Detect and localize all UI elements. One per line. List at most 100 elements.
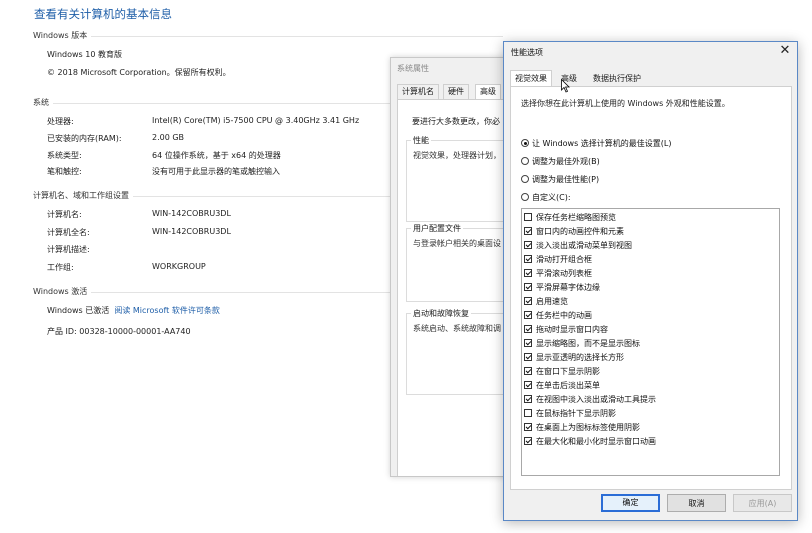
effect-checkbox-row[interactable]: 平滑屏幕字体边缘: [524, 281, 600, 295]
radio-label: 调整为最佳性能(P): [532, 175, 600, 184]
checkbox[interactable]: [524, 283, 532, 291]
section-label: Windows 激活: [33, 286, 92, 297]
section-label: 系统: [33, 97, 53, 108]
computer-description-label: 计算机描述:: [47, 245, 90, 254]
tab-panel: 要进行大多数更改，你必 性能 视觉效果，处理器计划， 用户配置文件 与登录帐户相…: [397, 99, 507, 476]
system-type-label: 系统类型:: [47, 151, 82, 160]
mouse-pointer-icon: [561, 79, 570, 93]
effect-checkbox-row[interactable]: 启用速览: [524, 295, 568, 309]
checkbox[interactable]: [524, 339, 532, 347]
effect-checkbox-row[interactable]: 平滑滚动列表框: [524, 267, 592, 281]
effect-checkbox-row[interactable]: 在鼠标指针下显示阴影: [524, 407, 616, 421]
effect-label: 在窗口下显示阴影: [536, 367, 600, 376]
workgroup-label: 工作组:: [47, 263, 74, 272]
radio-indicator: [521, 175, 529, 183]
effect-checkbox-row[interactable]: 在最大化和最小化时显示窗口动画: [524, 435, 656, 449]
performance-options-dialog: 性能选项 ✕ 视觉效果 高级 数据执行保护 选择你想在此计算机上使用的 Wind…: [503, 41, 798, 521]
processor-value: Intel(R) Core(TM) i5-7500 CPU @ 3.40GHz …: [152, 116, 360, 125]
effect-checkbox-row[interactable]: 显示缩略图，而不是显示图标: [524, 337, 640, 351]
group-text: 系统启动、系统故障和调: [413, 324, 501, 333]
tab-advanced[interactable]: 高级: [475, 84, 501, 100]
radio-best-appearance[interactable]: 调整为最佳外观(B): [521, 156, 600, 167]
effect-checkbox-row[interactable]: 滑动打开组合框: [524, 253, 592, 267]
computer-fullname-label: 计算机全名:: [47, 228, 90, 237]
tab-hardware[interactable]: 硬件: [443, 84, 469, 99]
tab-strip: 计算机名 硬件 高级: [397, 84, 507, 100]
checkbox[interactable]: [524, 367, 532, 375]
group-text: 与登录帐户相关的桌面设: [413, 239, 501, 248]
checkbox[interactable]: [524, 353, 532, 361]
effect-label: 显示亚透明的选择长方形: [536, 353, 624, 362]
group-label: 性能: [411, 135, 431, 146]
radio-indicator: [521, 157, 529, 165]
effect-checkbox-row[interactable]: 保存任务栏缩略图预览: [524, 211, 616, 225]
radio-best-performance[interactable]: 调整为最佳性能(P): [521, 174, 599, 185]
group-label: 用户配置文件: [411, 223, 463, 234]
effect-checkbox-row[interactable]: 淡入淡出或滑动菜单到视图: [524, 239, 632, 253]
performance-group: 性能 视觉效果，处理器计划，: [406, 135, 507, 222]
effect-label: 在视图中淡入淡出或滑动工具提示: [536, 395, 656, 404]
radio-custom[interactable]: 自定义(C):: [521, 192, 571, 203]
ok-button[interactable]: 确定: [601, 494, 660, 512]
license-terms-link[interactable]: 阅读 Microsoft 软件许可条款: [114, 306, 220, 315]
effect-checkbox-row[interactable]: 任务栏中的动画: [524, 309, 592, 323]
effect-label: 保存任务栏缩略图预览: [536, 213, 616, 222]
checkbox[interactable]: [524, 241, 532, 249]
cancel-button[interactable]: 取消: [667, 494, 726, 512]
radio-label: 让 Windows 选择计算机的最佳设置(L): [532, 139, 672, 148]
section-windows-edition: Windows 版本: [33, 30, 503, 41]
close-icon[interactable]: ✕: [778, 43, 792, 58]
effect-checkbox-row[interactable]: 在视图中淡入淡出或滑动工具提示: [524, 393, 656, 407]
system-type-value: 64 位操作系统，基于 x64 的处理器: [152, 151, 281, 160]
effect-label: 拖动时显示窗口内容: [536, 325, 608, 334]
radio-let-windows-choose[interactable]: 让 Windows 选择计算机的最佳设置(L): [521, 138, 672, 149]
effects-list[interactable]: 保存任务栏缩略图预览 窗口内的动画控件和元素淡入淡出或滑动菜单到视图滑动打开组合框…: [521, 208, 780, 476]
tab-strip: 视觉效果 高级 数据执行保护: [510, 70, 800, 87]
effect-checkbox-row[interactable]: 在桌面上为图标标签使用阴影: [524, 421, 640, 435]
effect-label: 在鼠标指针下显示阴影: [536, 409, 616, 418]
workgroup-value: WORKGROUP: [152, 262, 206, 271]
effect-checkbox-row[interactable]: 在窗口下显示阴影: [524, 365, 600, 379]
effect-checkbox-row[interactable]: 显示亚透明的选择长方形: [524, 351, 624, 365]
computer-name-value: WIN-142COBRU3DL: [152, 209, 231, 218]
checkbox[interactable]: [524, 437, 532, 445]
checkbox[interactable]: [524, 395, 532, 403]
pen-touch-label: 笔和触控:: [47, 167, 82, 176]
dialog-title: 系统属性: [397, 64, 429, 73]
panel-description: 选择你想在此计算机上使用的 Windows 外观和性能设置。: [521, 99, 730, 108]
section-label: Windows 版本: [33, 30, 92, 41]
effect-label: 启用速览: [536, 297, 568, 306]
tab-data-execution-prevention[interactable]: 数据执行保护: [590, 72, 644, 86]
apply-button[interactable]: 应用(A): [733, 494, 792, 512]
effect-checkbox-row[interactable]: 在单击后淡出菜单: [524, 379, 600, 393]
effect-checkbox-row[interactable]: 拖动时显示窗口内容: [524, 323, 608, 337]
section-label: 计算机名、域和工作组设置: [33, 190, 133, 201]
effect-label: 在桌面上为图标标签使用阴影: [536, 423, 640, 432]
checkbox[interactable]: [524, 213, 532, 221]
checkbox[interactable]: [524, 227, 532, 235]
tab-computer-name[interactable]: 计算机名: [397, 84, 439, 99]
computer-fullname-value: WIN-142COBRU3DL: [152, 227, 231, 236]
checkbox[interactable]: [524, 325, 532, 333]
checkbox[interactable]: [524, 381, 532, 389]
checkbox[interactable]: [524, 297, 532, 305]
checkbox[interactable]: [524, 311, 532, 319]
checkbox[interactable]: [524, 255, 532, 263]
processor-label: 处理器:: [47, 117, 74, 126]
radio-label: 调整为最佳外观(B): [532, 157, 600, 166]
group-text: 视觉效果，处理器计划，: [413, 151, 501, 160]
checkbox[interactable]: [524, 423, 532, 431]
admin-note: 要进行大多数更改，你必: [412, 117, 500, 126]
effect-label: 窗口内的动画控件和元素: [536, 227, 624, 236]
system-properties-dialog: 系统属性 计算机名 硬件 高级 要进行大多数更改，你必 性能 视觉效果，处理器计…: [390, 57, 508, 477]
effect-label: 在最大化和最小化时显示窗口动画: [536, 437, 656, 446]
checkbox[interactable]: [524, 269, 532, 277]
edition-name: Windows 10 教育版: [47, 50, 122, 59]
checkbox[interactable]: [524, 409, 532, 417]
tab-visual-effects[interactable]: 视觉效果: [510, 70, 552, 87]
visual-effects-panel: 选择你想在此计算机上使用的 Windows 外观和性能设置。 让 Windows…: [510, 86, 792, 490]
group-label: 启动和故障恢复: [411, 308, 471, 319]
page-title: 查看有关计算机的基本信息: [34, 7, 172, 21]
effect-label: 滑动打开组合框: [536, 255, 592, 264]
effect-checkbox-row[interactable]: 窗口内的动画控件和元素: [524, 225, 624, 239]
